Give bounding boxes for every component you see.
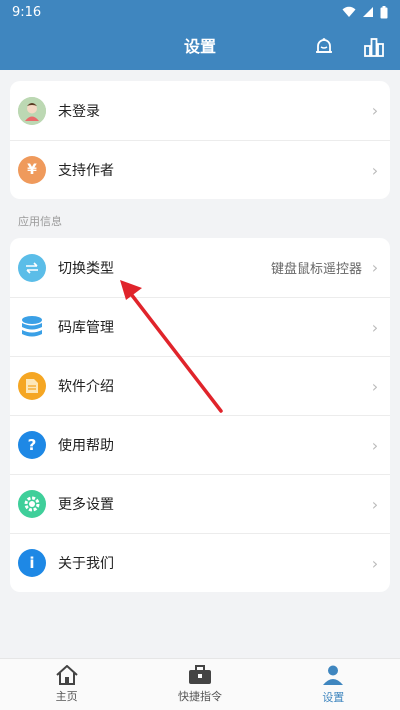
section-label-app-info: 应用信息 <box>18 215 62 228</box>
home-icon <box>55 665 78 685</box>
chevron-right-icon: › <box>371 258 379 277</box>
tab-settings[interactable]: 设置 <box>267 659 400 710</box>
chevron-right-icon: › <box>371 160 379 180</box>
tab-shortcuts-label: 快捷指令 <box>177 690 222 703</box>
software-intro-label: 软件介绍 <box>58 379 114 395</box>
person-icon <box>323 665 344 685</box>
document-icon <box>18 372 46 400</box>
question-icon: ? <box>18 431 46 459</box>
switch-type-label: 切换类型 <box>58 260 114 277</box>
about-us-item[interactable]: i 关于我们 › <box>10 533 390 592</box>
tab-home-label: 主页 <box>55 690 78 703</box>
status-time: 9:16 <box>12 4 42 20</box>
switch-type-value: 键盘鼠标遥控器 <box>270 262 362 277</box>
toolbox-icon <box>188 665 211 684</box>
tab-shortcuts[interactable]: 快捷指令 <box>133 659 266 710</box>
login-item[interactable]: 未登录 › <box>10 81 390 140</box>
support-author-item[interactable]: ¥ 支持作者 › <box>10 140 390 199</box>
app-info-card: 切换类型 键盘鼠标遥控器 › 码库管理 › 软件介绍 › ? 使用帮助 › 更多… <box>10 238 390 592</box>
info-icon: i <box>18 549 46 577</box>
bottom-tab-bar: 主页 快捷指令 设置 <box>0 658 400 710</box>
chevron-right-icon: › <box>371 317 379 337</box>
signal-icon <box>363 7 373 17</box>
login-label: 未登录 <box>58 103 100 120</box>
software-intro-item[interactable]: 软件介绍 › <box>10 356 390 415</box>
tab-home[interactable]: 主页 <box>0 659 133 710</box>
battery-icon <box>380 5 388 18</box>
bar-chart-icon <box>364 38 384 57</box>
gear-icon <box>18 490 46 518</box>
page-title: 设置 <box>183 37 216 56</box>
about-us-label: 关于我们 <box>58 556 114 572</box>
more-settings-label: 更多设置 <box>58 497 114 513</box>
chevron-right-icon: › <box>371 376 379 396</box>
help-label: 使用帮助 <box>58 438 114 454</box>
help-item[interactable]: ? 使用帮助 › <box>10 415 390 474</box>
chevron-right-icon: › <box>371 435 379 455</box>
account-card: 未登录 › ¥ 支持作者 › <box>10 81 390 199</box>
tab-settings-label: 设置 <box>322 691 345 704</box>
status-bar: 9:16 <box>0 0 400 24</box>
switch-type-item[interactable]: 切换类型 键盘鼠标遥控器 › <box>10 238 390 297</box>
chevron-right-icon: › <box>371 101 379 120</box>
code-library-label: 码库管理 <box>58 320 114 336</box>
code-library-item[interactable]: 码库管理 › <box>10 297 390 356</box>
chevron-right-icon: › <box>371 553 379 573</box>
more-settings-item[interactable]: 更多设置 › <box>10 474 390 533</box>
system-icons <box>342 5 388 19</box>
bell-icon <box>316 38 332 53</box>
app-bar: 设置 <box>0 24 400 70</box>
wifi-icon <box>342 6 356 17</box>
stats-button[interactable] <box>360 33 388 61</box>
switch-arrows-icon <box>18 253 46 282</box>
chevron-right-icon: › <box>371 494 379 514</box>
yuan-icon: ¥ <box>18 156 46 184</box>
database-icon <box>18 313 46 341</box>
support-author-label: 支持作者 <box>58 163 114 179</box>
avatar-icon <box>18 96 46 125</box>
tips-button[interactable] <box>310 33 338 61</box>
